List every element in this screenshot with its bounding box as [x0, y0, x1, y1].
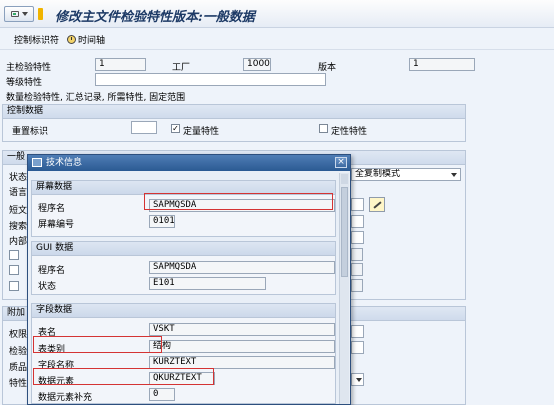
title-bar: 修改主文件检验特性版本:一般数据: [0, 0, 554, 28]
field-data-group: 字段数据 表名 VSKT 表类别 结构 字段名称 KURZTEXT 数据元素 Q…: [31, 303, 336, 404]
short-text-label: 短文: [9, 206, 28, 216]
gui-status-field[interactable]: E101: [149, 277, 266, 290]
gui-program-field[interactable]: SAPMQSDA: [149, 261, 335, 274]
general-mini-3[interactable]: [351, 279, 363, 292]
window-icon: [10, 11, 19, 17]
inner-field-end[interactable]: [351, 231, 364, 244]
inner-label: 内部: [9, 237, 28, 247]
gui-program-label: 程序名: [38, 266, 66, 276]
scroll-thumb[interactable]: [341, 187, 348, 277]
clock-icon: [67, 35, 76, 44]
class-char-label: 等级特性: [6, 78, 43, 88]
chevron-down-icon: [451, 173, 457, 177]
general-checkbox-3[interactable]: [9, 281, 19, 291]
version-field[interactable]: 1: [409, 58, 475, 71]
general-checkbox-2[interactable]: [9, 265, 19, 275]
search-label: 搜索: [9, 222, 28, 232]
highlight-table-type: [33, 336, 162, 353]
status-label: 状态: [9, 173, 28, 183]
class-char-field[interactable]: [95, 73, 326, 86]
check-field-end[interactable]: [351, 341, 364, 354]
timeline-button[interactable]: 时间轴: [67, 33, 105, 46]
screen-program-label: 程序名: [38, 204, 66, 214]
general-mini-2[interactable]: [351, 263, 363, 276]
special-label: 特性: [9, 379, 28, 389]
dialog-scrollbar[interactable]: [339, 173, 349, 404]
application-toolbar: 控制标识符 时间轴: [0, 28, 554, 50]
technical-info-dialog: 技术信息 × 屏幕数据 程序名 SAPMQSDA 屏幕编号 0101 GUI 数…: [27, 154, 351, 405]
summary-text: 数量检验特性, 汇总记录, 所需特性, 固定范围: [6, 93, 186, 103]
search-field-end[interactable]: [351, 215, 364, 228]
chevron-down-icon: [356, 378, 362, 382]
field-data-header: 字段数据: [32, 304, 335, 318]
reset-field[interactable]: [131, 121, 157, 134]
timeline-label: 时间轴: [78, 36, 106, 46]
control-data-header: 控制数据: [3, 105, 465, 119]
highlight-data-element: [33, 368, 214, 385]
auth-field-end[interactable]: [351, 325, 364, 338]
gui-status-label: 状态: [38, 282, 57, 292]
plant-label: 工厂: [172, 63, 191, 73]
control-indicator-label: 控制标识符: [14, 36, 60, 46]
pencil-icon[interactable]: [369, 197, 385, 212]
gui-data-header: GUI 数据: [32, 242, 335, 256]
gui-data-group: GUI 数据 程序名 SAPMQSDA 状态 E101: [31, 241, 336, 295]
dialog-title: 技术信息: [46, 158, 83, 168]
scroll-up-arrow[interactable]: [341, 174, 348, 184]
language-label: 语言: [9, 188, 28, 198]
table-type-field[interactable]: 结构: [149, 340, 335, 353]
page-title: 修改主文件检验特性版本:一般数据: [55, 10, 255, 25]
table-name-field[interactable]: VSKT: [149, 323, 335, 336]
qual-label: 定性特性: [331, 127, 368, 137]
screen-number-field[interactable]: 0101: [149, 215, 175, 228]
chevron-down-icon: [21, 12, 28, 16]
master-char-label: 主检验特性: [6, 63, 52, 73]
general-checkbox-1[interactable]: [9, 250, 19, 260]
close-icon[interactable]: ×: [335, 157, 347, 168]
copy-mode-dropdown[interactable]: 全复制模式: [351, 168, 461, 181]
plant-field[interactable]: 1000: [243, 58, 271, 71]
qual-checkbox[interactable]: [319, 124, 328, 133]
master-char-field[interactable]: 1: [95, 58, 146, 71]
auth-label: 权限: [9, 330, 28, 340]
dialog-title-bar[interactable]: 技术信息: [28, 155, 350, 171]
toolbar-separator: [38, 8, 43, 20]
dialog-window-icon: [32, 158, 42, 167]
control-data-section: 控制数据: [2, 104, 466, 142]
control-indicator-button[interactable]: 控制标识符: [14, 33, 59, 46]
copy-mode-value: 全复制模式: [355, 169, 401, 179]
general-mini-1[interactable]: [351, 248, 363, 261]
reset-label: 重置标识: [12, 127, 49, 137]
data-element-supp-field[interactable]: 0: [149, 388, 175, 401]
short-text-field-end[interactable]: [351, 198, 364, 211]
quant-label: 定量特性: [183, 127, 220, 137]
check-label: 检验: [9, 347, 28, 357]
sample-label: 质品: [9, 363, 28, 373]
screen-number-label: 屏幕编号: [38, 220, 75, 230]
data-element-supp-label: 数据元素补充: [38, 393, 93, 403]
quant-checkbox[interactable]: ✓: [171, 124, 180, 133]
highlight-program-name: [144, 193, 333, 210]
menu-button[interactable]: [4, 6, 34, 22]
version-label: 版本: [318, 63, 337, 73]
